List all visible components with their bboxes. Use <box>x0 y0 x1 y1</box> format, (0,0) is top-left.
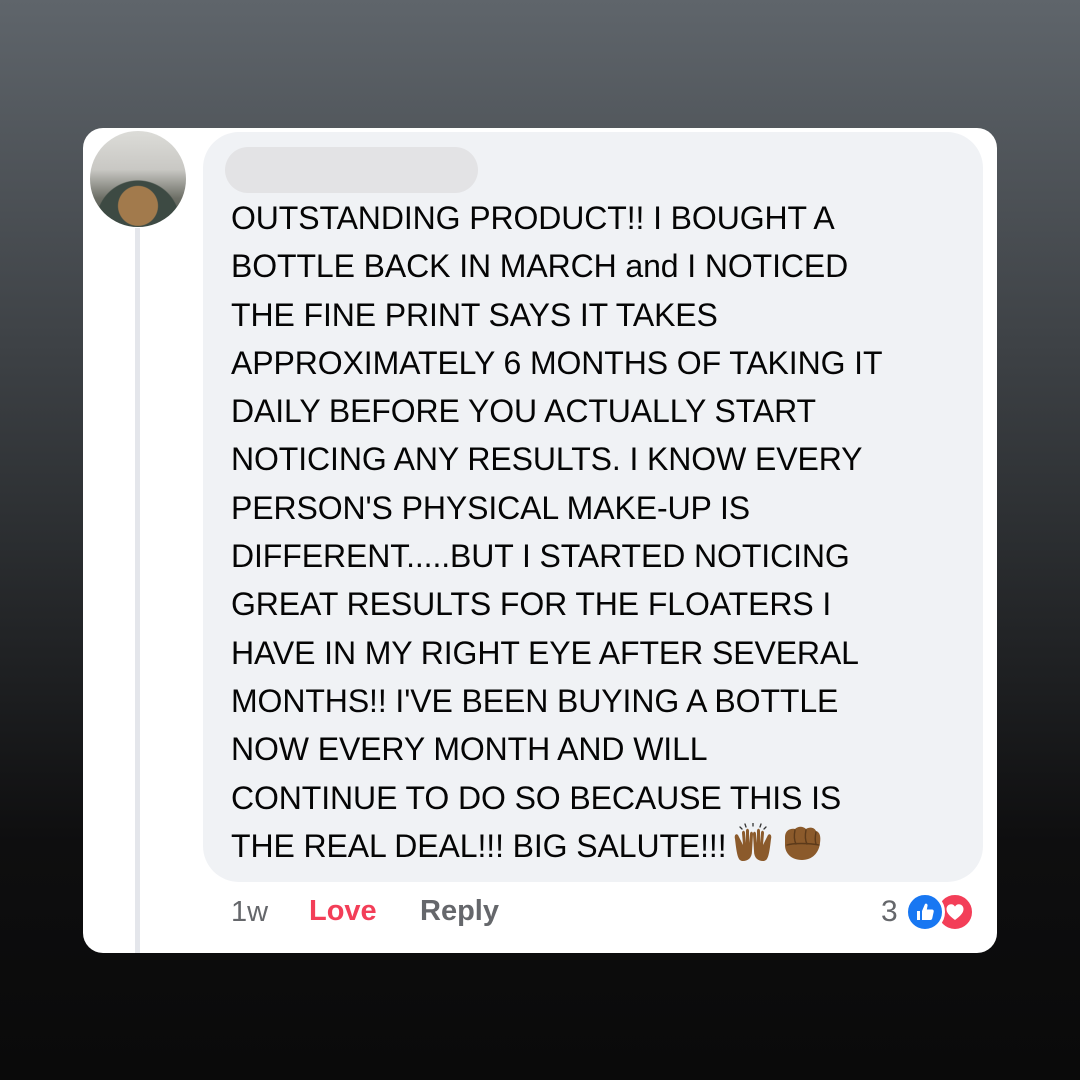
comment-text: OUTSTANDING PRODUCT!! I BOUGHT A BOTTLE … <box>231 194 971 876</box>
raising-hands-emoji <box>731 822 775 876</box>
thread-line <box>135 228 140 953</box>
comment-line: APPROXIMATELY 6 MONTHS OF TAKING IT <box>231 344 883 381</box>
comment-line: OUTSTANDING PRODUCT!! I BOUGHT A <box>231 200 835 236</box>
comment-line: PERSON'S PHYSICAL MAKE-UP IS <box>231 489 751 526</box>
timestamp[interactable]: 1w <box>231 896 268 929</box>
comment-card: OUTSTANDING PRODUCT!! I BOUGHT A BOTTLE … <box>83 128 997 953</box>
comment-line: THE FINE PRINT SAYS IT TAKES <box>231 296 718 333</box>
reaction-count: 3 <box>881 895 898 928</box>
comment-line: BOTTLE BACK IN MARCH and I NOTICED <box>231 248 849 285</box>
author-name-redacted[interactable] <box>225 147 478 193</box>
comment-line: MONTHS!! I'VE BEEN BUYING A BOTTLE <box>231 682 839 719</box>
comment-line: THE REAL DEAL!!! BIG SALUTE!!! <box>231 827 727 864</box>
comment-line: NOTICING ANY RESULTS. I KNOW EVERY <box>231 441 863 478</box>
reaction-summary[interactable]: 3 <box>881 892 975 932</box>
comment-line: CONTINUE TO DO SO BECAUSE THIS IS <box>231 779 842 816</box>
comment-line: DIFFERENT.....BUT I STARTED NOTICING <box>231 538 850 575</box>
reply-button[interactable]: Reply <box>420 895 499 928</box>
avatar[interactable] <box>90 131 186 227</box>
comment-line: GREAT RESULTS FOR THE FLOATERS I <box>231 586 832 623</box>
love-button[interactable]: Love <box>309 895 377 928</box>
comment-line: NOW EVERY MONTH AND WILL <box>231 731 708 768</box>
oncoming-fist-emoji <box>779 823 823 876</box>
comment-line: DAILY BEFORE YOU ACTUALLY START <box>231 393 816 430</box>
comment-line: HAVE IN MY RIGHT EYE AFTER SEVERAL <box>231 634 859 671</box>
comment-bubble: OUTSTANDING PRODUCT!! I BOUGHT A BOTTLE … <box>203 132 983 882</box>
like-icon <box>904 892 945 932</box>
comment-line-last: THE REAL DEAL!!! BIG SALUTE!!! <box>231 822 971 876</box>
